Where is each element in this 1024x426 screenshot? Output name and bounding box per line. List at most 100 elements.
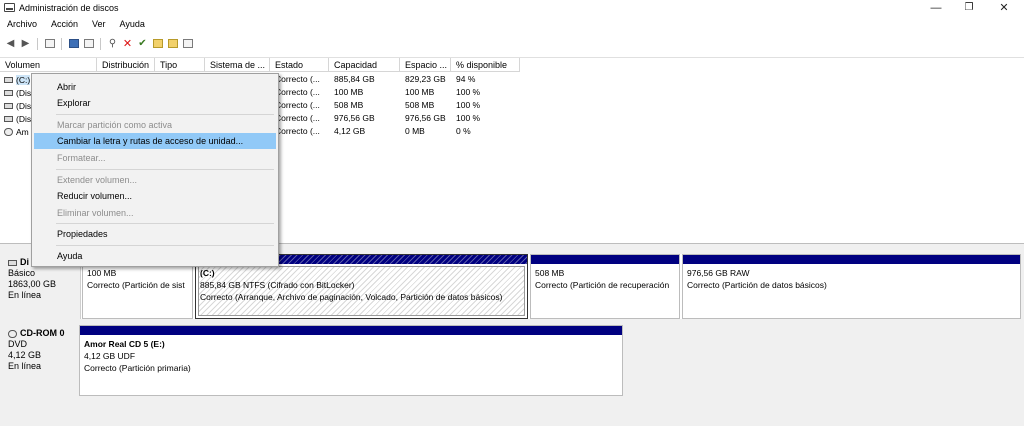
- column-header-pct-disponible[interactable]: % disponible: [451, 58, 520, 72]
- disk-management-app-icon: [4, 3, 15, 12]
- menu-archivo[interactable]: Archivo: [0, 17, 44, 32]
- volume-free: 976,56 GB: [405, 113, 446, 123]
- disk-icon: [8, 259, 17, 266]
- volume-free-pct: 94 %: [456, 74, 476, 84]
- cdrom-0-row: CD-ROM 0 DVD 4,12 GB En línea Amor Real …: [3, 325, 1021, 396]
- title-bar: Administración de discos — ❐ ✕: [0, 0, 1024, 16]
- disk-0-size: 1863,00 GB: [8, 279, 57, 289]
- menu-item-reducir[interactable]: Reducir volumen...: [34, 188, 276, 204]
- disk-0-name: Di: [20, 257, 29, 267]
- partition-bar: [531, 255, 679, 264]
- volume-capacity: 100 MB: [334, 87, 364, 97]
- menu-ver[interactable]: Ver: [85, 17, 113, 32]
- help-icon[interactable]: [67, 38, 80, 50]
- context-menu: Abrir Explorar Marcar partición como act…: [31, 73, 279, 267]
- console-tree-icon[interactable]: [43, 38, 56, 50]
- column-header-espacio[interactable]: Espacio ...: [400, 58, 451, 72]
- menu-accion[interactable]: Acción: [44, 17, 85, 32]
- volume-list-header: Volumen Distribución Tipo Sistema de ...…: [0, 58, 520, 72]
- toolbar-separator: [37, 37, 38, 50]
- delete-icon[interactable]: ✕: [121, 38, 134, 50]
- cdrom-0-label[interactable]: CD-ROM 0 DVD 4,12 GB En línea: [3, 325, 81, 396]
- menu-ayuda[interactable]: Ayuda: [113, 17, 152, 32]
- column-header-volumen[interactable]: Volumen: [0, 58, 97, 72]
- volume-free: 829,23 GB: [405, 74, 446, 84]
- window-title: Administración de discos: [19, 3, 119, 13]
- minimize-button[interactable]: —: [920, 0, 952, 16]
- cdrom-0-name: CD-ROM 0: [20, 328, 65, 338]
- folder-up-icon[interactable]: [151, 38, 164, 50]
- menu-item-cambiar-letra[interactable]: Cambiar la letra y rutas de acceso de un…: [34, 133, 276, 149]
- folder-icon[interactable]: [166, 38, 179, 50]
- volume-name: (C:): [16, 75, 31, 85]
- menu-separator: [56, 114, 274, 115]
- volume-capacity: 885,84 GB: [334, 74, 375, 84]
- partition-bar: [80, 326, 622, 335]
- menu-item-marcar-activa[interactable]: Marcar partición como activa: [34, 117, 276, 133]
- volume-name: (Dis: [16, 88, 32, 98]
- column-header-distribucion[interactable]: Distribución: [97, 58, 155, 72]
- column-header-estado[interactable]: Estado: [270, 58, 329, 72]
- menu-item-explorar[interactable]: Explorar: [34, 95, 276, 111]
- properties-icon[interactable]: [82, 38, 95, 50]
- back-arrow-icon[interactable]: ◀: [4, 38, 17, 50]
- disk-0-status: En línea: [8, 290, 42, 300]
- partition-recovery[interactable]: 508 MB Correcto (Partición de recuperaci…: [530, 254, 680, 319]
- volume-free-pct: 100 %: [456, 113, 481, 123]
- partition-size: 4,12 GB UDF: [84, 351, 136, 361]
- volume-free: 0 MB: [405, 126, 425, 136]
- volume-name: (Dis: [16, 114, 32, 124]
- partition-status: Correcto (Partición primaria): [84, 363, 191, 373]
- partition-size: 100 MB: [87, 268, 117, 278]
- menu-separator: [56, 223, 274, 224]
- partition-size: 885,84 GB NTFS (Cifrado con BitLocker): [200, 280, 355, 290]
- menu-separator: [56, 245, 274, 246]
- menu-item-eliminar[interactable]: Eliminar volumen...: [34, 205, 276, 221]
- partition-bar: [683, 255, 1020, 264]
- connect-icon[interactable]: ⚲: [106, 38, 119, 50]
- view-icon[interactable]: [181, 38, 194, 50]
- partition-status: Correcto (Arranque, Archivo de paginació…: [200, 292, 503, 302]
- menu-item-extender[interactable]: Extender volumen...: [34, 172, 276, 188]
- volume-name: Am: [16, 127, 29, 137]
- volume-free-pct: 0 %: [456, 126, 471, 136]
- cdrom-0-size: 4,12 GB: [8, 350, 42, 360]
- menu-bar: Archivo Acción Ver Ayuda: [0, 17, 152, 32]
- cd-drive-icon: [8, 329, 17, 338]
- cdrom-0-status: En línea: [8, 361, 42, 371]
- partition-name: Amor Real CD 5 (E:): [84, 339, 165, 349]
- drive-icon: [4, 90, 13, 96]
- volume-capacity: 4,12 GB: [334, 126, 366, 136]
- column-header-capacidad[interactable]: Capacidad: [329, 58, 400, 72]
- partition-cdrom[interactable]: Amor Real CD 5 (E:) 4,12 GB UDF Correcto…: [79, 325, 623, 396]
- partition-raw[interactable]: 976,56 GB RAW Correcto (Partición de dat…: [682, 254, 1021, 319]
- toolbar-separator: [100, 37, 101, 50]
- menu-item-ayuda[interactable]: Ayuda: [34, 248, 276, 264]
- disk-0-type: Básico: [8, 268, 36, 278]
- volume-free: 508 MB: [405, 100, 435, 110]
- partition-status: Correcto (Partición de datos básicos): [687, 280, 827, 290]
- toolbar-separator: [61, 37, 62, 50]
- toolbar: ◀ ▶ ⚲ ✕ ✔: [0, 36, 1024, 51]
- volume-free-pct: 100 %: [456, 100, 481, 110]
- column-header-sistema[interactable]: Sistema de ...: [205, 58, 270, 72]
- menu-item-abrir[interactable]: Abrir: [34, 79, 276, 95]
- volume-capacity: 976,56 GB: [334, 113, 375, 123]
- volume-name: (Dis: [16, 101, 32, 111]
- maximize-button[interactable]: ❐: [953, 0, 985, 16]
- partition-size: 508 MB: [535, 268, 565, 278]
- cd-drive-icon: [4, 128, 13, 136]
- drive-icon: [4, 103, 13, 109]
- column-header-tipo[interactable]: Tipo: [155, 58, 205, 72]
- menu-item-propiedades[interactable]: Propiedades: [34, 226, 276, 242]
- close-button[interactable]: ✕: [988, 0, 1020, 16]
- check-icon[interactable]: ✔: [136, 38, 149, 50]
- forward-arrow-icon[interactable]: ▶: [19, 38, 32, 50]
- partition-size: 976,56 GB RAW: [687, 268, 750, 278]
- menu-item-formatear[interactable]: Formatear...: [34, 150, 276, 166]
- partition-status: Correcto (Partición de sist: [87, 280, 185, 290]
- volume-free: 100 MB: [405, 87, 435, 97]
- menu-separator: [56, 169, 274, 170]
- disk-graphical-view: Di Básico 1863,00 GB En línea 100 MB Cor…: [0, 243, 1024, 426]
- drive-icon: [4, 77, 13, 83]
